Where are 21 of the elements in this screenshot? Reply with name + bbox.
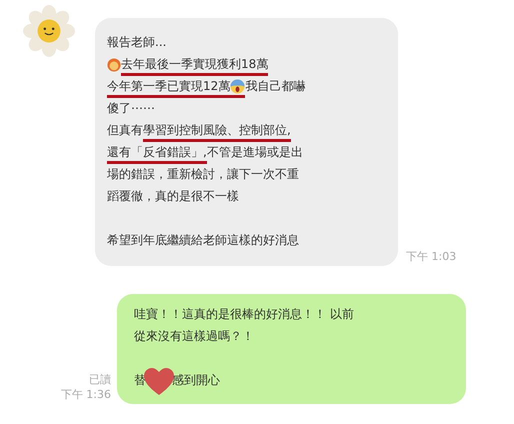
message-text: 學習到控制風險、控制部位,: [143, 122, 291, 142]
message-time: 下午 1:36: [60, 387, 111, 402]
message-text: 感到開心: [172, 372, 220, 389]
message-text: 蹈覆徹，真的是很不一樣: [107, 188, 239, 205]
message-text: 希望到年底繼續給老師這樣的好消息: [107, 232, 299, 249]
message-text: 替: [134, 372, 146, 389]
message-text: 去年最後一季實現獲利18萬: [121, 56, 268, 76]
message-text: 哇寶！！這真的是很棒的好消息！！ 以前: [134, 306, 354, 323]
message-text: 還有「反省錯誤」,: [107, 144, 207, 164]
message-text: 場的錯誤，重新檢討，讓下一次不重: [107, 166, 299, 183]
message-text: 今年第一季已實現12萬: [107, 78, 230, 98]
flower-avatar-icon: [23, 5, 75, 57]
message-time: 下午 1:03: [406, 249, 456, 264]
message-text: 傻了⋯⋯: [107, 100, 155, 117]
message-text: 報告老師...: [107, 34, 166, 51]
read-receipt: 已讀: [89, 372, 111, 387]
message-text: 從來沒有這樣過嗎？！: [134, 328, 254, 345]
message-text: 我自己都嚇: [245, 78, 306, 95]
heart-icon: [144, 368, 174, 396]
message-text: 不管是進場或是出: [206, 144, 303, 161]
message-text: 但真有: [107, 122, 143, 139]
